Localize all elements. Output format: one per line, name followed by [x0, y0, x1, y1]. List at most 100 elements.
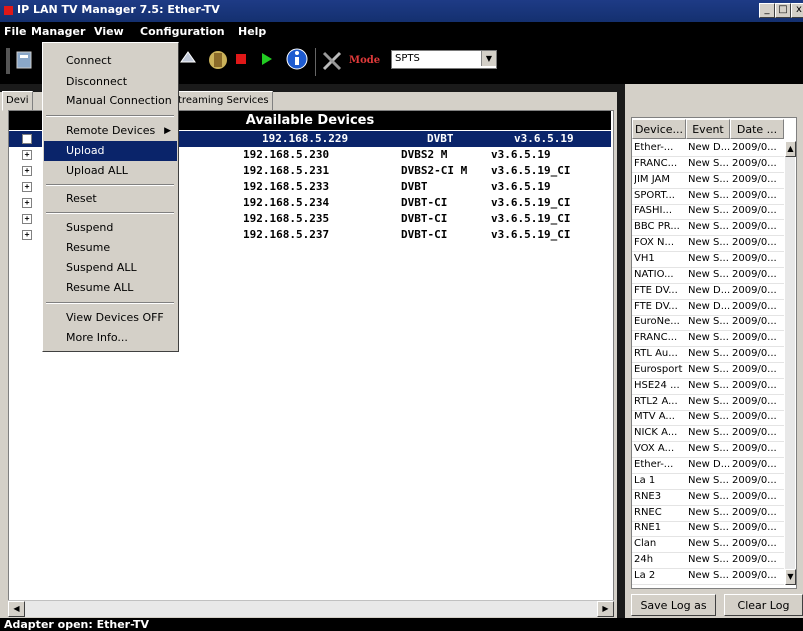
upload-arrow-icon[interactable] — [179, 50, 197, 68]
log-row[interactable]: Clan New S... 2009/0... — [632, 537, 784, 554]
menu-configuration[interactable]: Configuration — [140, 25, 225, 38]
log-row[interactable]: La 1 New S... 2009/0... — [632, 474, 784, 490]
info-icon[interactable] — [285, 47, 311, 73]
log-row[interactable]: Ether-... New D... 2009/0... — [632, 458, 784, 474]
log-row[interactable]: La 2 New S... 2009/0... — [632, 569, 784, 585]
log-cell-device: Eurosport — [634, 363, 683, 375]
network-device-icon[interactable] — [14, 50, 36, 72]
minimize-button[interactable]: _ — [759, 3, 775, 18]
menu-item-suspend-all[interactable]: Suspend ALL — [44, 258, 177, 278]
log-column-device[interactable]: Device... — [632, 119, 686, 139]
chevron-down-icon[interactable]: ▼ — [481, 51, 496, 66]
menu-file[interactable]: File — [4, 25, 27, 38]
menu-item-connect[interactable]: Connect — [44, 51, 177, 71]
log-cell-event: New S... — [688, 237, 729, 249]
stop-icon[interactable] — [234, 52, 248, 66]
log-row[interactable]: SPORT... New S... 2009/0... — [632, 189, 784, 205]
close-button[interactable]: x — [791, 3, 803, 18]
tab-devices[interactable]: Devi — [2, 91, 33, 111]
log-row[interactable]: JIM JAM New S... 2009/0... — [632, 173, 784, 189]
panel-splitter[interactable] — [617, 84, 625, 618]
log-row[interactable]: Eurosport New S... 2009/0... — [632, 363, 784, 379]
device-type: DVBT-CI — [401, 212, 448, 225]
menu-item-view-devices-off[interactable]: View Devices OFF — [44, 308, 177, 328]
save-log-button[interactable]: Save Log as — [631, 594, 716, 616]
log-cell-event: New D... — [688, 142, 730, 153]
log-row[interactable]: VOX A... New S... 2009/0... — [632, 442, 784, 459]
expand-icon[interactable]: + — [22, 198, 32, 208]
log-row[interactable]: FRANC... New S... 2009/0... — [632, 157, 784, 173]
menu-item-reset[interactable]: Reset — [44, 189, 177, 209]
log-row[interactable]: RNE1 New S... 2009/0... — [632, 521, 784, 538]
tab-streaming-services[interactable]: treaming Services — [174, 91, 273, 111]
log-cell-event: New S... — [688, 252, 729, 264]
menu-item-disconnect[interactable]: Disconnect — [44, 72, 177, 92]
menu-view[interactable]: View — [94, 25, 124, 38]
expand-icon[interactable]: + — [22, 182, 32, 192]
log-row[interactable]: MTV A... New S... 2009/0... — [632, 410, 784, 427]
log-row[interactable]: RNEC New S... 2009/0... — [632, 506, 784, 522]
menu-item-more-info[interactable]: More Info... — [44, 328, 177, 348]
settings-tools-icon[interactable] — [320, 49, 346, 73]
menu-item-suspend[interactable]: Suspend — [44, 218, 177, 238]
log-cell-date: 2009/0... — [732, 554, 777, 566]
mode-select-value: SPTS — [395, 53, 420, 64]
log-cell-date: 2009/0... — [732, 538, 777, 550]
clear-log-button[interactable]: Clear Log — [724, 594, 803, 616]
log-column-date[interactable]: Date ... — [730, 119, 784, 139]
log-row[interactable]: FOX N... New S... 2009/0... — [632, 236, 784, 253]
expand-icon[interactable]: + — [22, 150, 32, 160]
log-row[interactable]: NICK A... New S... 2009/0... — [632, 426, 784, 443]
menu-item-resume-all[interactable]: Resume ALL — [44, 278, 177, 298]
menu-item-manual-connection[interactable]: Manual Connection — [44, 91, 177, 111]
scroll-right-icon[interactable]: ▶ — [597, 601, 614, 617]
scroll-down-icon[interactable]: ▼ — [785, 569, 796, 585]
log-cell-device: RTL Au... — [634, 348, 678, 360]
log-row[interactable]: NATIO... New S... 2009/0... — [632, 268, 784, 284]
mode-label: Mode — [349, 55, 381, 66]
log-row[interactable]: FRANC... New S... 2009/0... — [632, 331, 784, 348]
log-row[interactable]: RNE3 New S... 2009/0... — [632, 490, 784, 506]
log-row[interactable]: RTL Au... New S... 2009/0... — [632, 347, 784, 364]
log-row[interactable]: BBC PR... New S... 2009/0... — [632, 220, 784, 237]
horizontal-scrollbar[interactable]: ◀ ▶ — [8, 600, 614, 617]
log-row[interactable]: RTL2 A... New S... 2009/0... — [632, 395, 784, 411]
mode-select[interactable]: SPTS ▼ — [391, 50, 497, 69]
log-row[interactable]: FTE DV... New D... 2009/0... — [632, 300, 784, 316]
toolbar-separator — [315, 48, 316, 76]
log-cell-device: FRANC... — [634, 332, 678, 344]
log-row[interactable]: FASHI... New S... 2009/0... — [632, 204, 784, 221]
log-cell-date: 2009/0... — [732, 569, 777, 581]
log-vertical-scrollbar[interactable]: ▲ ▼ — [785, 141, 796, 585]
log-row[interactable]: VH1 New S... 2009/0... — [632, 252, 784, 268]
log-row[interactable]: HSE24 ... New S... 2009/0... — [632, 379, 784, 395]
expand-icon[interactable]: + — [22, 214, 32, 224]
scroll-up-icon[interactable]: ▲ — [785, 141, 796, 157]
menu-manager[interactable]: Manager — [31, 25, 85, 38]
log-cell-date: 2009/0... — [732, 363, 777, 375]
log-cell-date: 2009/0... — [732, 237, 777, 249]
expand-icon[interactable]: + — [22, 134, 32, 144]
log-row[interactable]: FTE DV... New D... 2009/0... — [632, 284, 784, 300]
log-cell-device: Ether-... — [634, 142, 674, 153]
menu-item-remote-devices[interactable]: Remote Devices ▶ — [44, 121, 177, 141]
scroll-left-icon[interactable]: ◀ — [8, 601, 25, 617]
menu-item-upload-all[interactable]: Upload ALL — [44, 161, 177, 181]
log-cell-event: New S... — [688, 268, 729, 280]
log-row[interactable]: Ether-... New D... 2009/0... — [632, 141, 784, 157]
log-cell-event: New S... — [688, 474, 729, 486]
log-row[interactable]: EuroNe... New S... 2009/0... — [632, 315, 784, 332]
menu-item-resume[interactable]: Resume — [44, 238, 177, 258]
tools-icon[interactable] — [205, 47, 231, 73]
expand-icon[interactable]: + — [22, 230, 32, 240]
log-row[interactable]: 24h New S... 2009/0... — [632, 553, 784, 570]
menu-separator — [46, 184, 174, 186]
log-cell-event: New S... — [688, 538, 729, 550]
menu-help[interactable]: Help — [238, 25, 266, 38]
device-ip: 192.168.5.231 — [243, 164, 330, 177]
log-column-event[interactable]: Event — [686, 119, 730, 139]
play-icon[interactable] — [259, 52, 273, 66]
expand-icon[interactable]: + — [22, 166, 32, 176]
menu-item-upload[interactable]: Upload — [44, 141, 177, 161]
maximize-button[interactable]: □ — [775, 3, 791, 18]
